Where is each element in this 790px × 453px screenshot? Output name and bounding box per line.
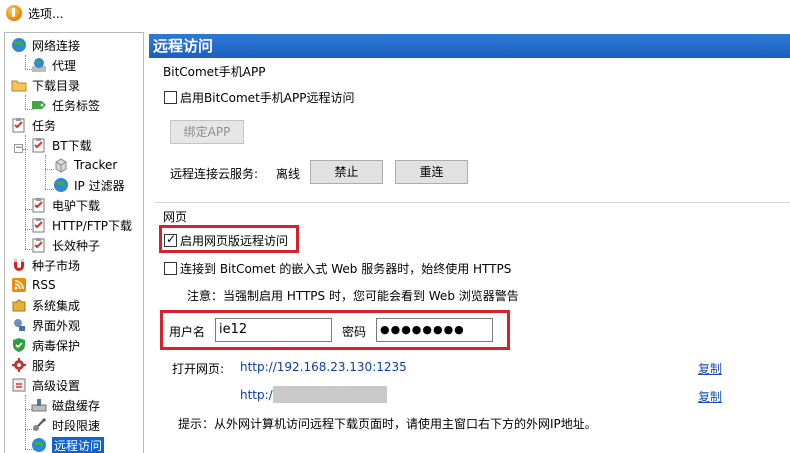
local-url-link[interactable]: http://192.168.23.130:1235: [240, 360, 407, 374]
sidebar-item-label: 高级设置: [32, 378, 81, 393]
sidebar-item-label: IP 过滤器: [74, 178, 125, 193]
sidebar-item-label: 病毒保护: [32, 338, 81, 353]
force-https-checkbox[interactable]: 连接到 BitComet 的嵌入式 Web 服务器时，始终使用 HTTPS: [164, 260, 511, 277]
copy-public-url-link[interactable]: 复制: [698, 388, 722, 405]
tracker-cube-icon: [55, 158, 67, 173]
sidebar-item-seed-market[interactable]: 种子市场: [11, 255, 80, 275]
username-label: 用户名: [169, 325, 206, 339]
advanced-settings-icon: [12, 378, 26, 392]
section-divider: [155, 202, 790, 203]
sidebar-item-advanced[interactable]: 高级设置: [11, 375, 80, 395]
sidebar-item-label: 下载目录: [32, 78, 81, 93]
http-clipboard-icon: [32, 218, 45, 233]
sidebar-item-label: 系统集成: [32, 298, 81, 313]
sidebar-item-appearance[interactable]: 界面外观: [11, 315, 80, 335]
sidebar-item-tasks[interactable]: 任务: [11, 115, 56, 135]
globe-network-icon: [12, 38, 26, 52]
public-ip-hint: 提示：从外网计算机访问远程下载页面时，请使用主窗口右下方的外网IP地址。: [178, 417, 597, 431]
checkbox-label: 启用BitComet手机APP远程访问: [180, 91, 355, 105]
redacted-ip-mask: [273, 386, 387, 403]
checkbox-label: 连接到 BitComet 的嵌入式 Web 服务器时，始终使用 HTTPS: [180, 262, 512, 276]
copy-local-url-link[interactable]: 复制: [698, 360, 722, 377]
sidebar-item-edonkey[interactable]: 电驴下载: [31, 195, 100, 215]
sidebar-item-download-dir[interactable]: 下载目录: [11, 75, 80, 95]
bind-app-button[interactable]: 绑定APP: [170, 120, 244, 144]
sidebar-item-proxy[interactable]: 代理: [31, 55, 76, 75]
sidebar-item-label: 服务: [32, 358, 57, 373]
puzzle-icon: [12, 299, 26, 312]
longterm-seed-icon: [32, 238, 45, 253]
sidebar-item-label: 种子市场: [32, 258, 81, 273]
sidebar-item-label: 任务: [32, 118, 57, 133]
sidebar-item-label: 网络连接: [32, 38, 81, 53]
sidebar-item-label: 远程访问: [52, 436, 105, 453]
shield-icon: [13, 338, 25, 352]
sidebar-item-task-tags[interactable]: 任务标签: [31, 95, 100, 115]
rss-icon: [12, 278, 26, 292]
sidebar-item-disk-cache[interactable]: 磁盘缓存: [31, 395, 100, 415]
disable-button[interactable]: 禁止: [310, 160, 383, 184]
sidebar-item-label: 任务标签: [52, 98, 101, 113]
sidebar-item-system-integration[interactable]: 系统集成: [11, 295, 80, 315]
sidebar-item-label: RSS: [32, 278, 56, 292]
sidebar-item-label: 界面外观: [32, 318, 81, 333]
sidebar-item-label: HTTP/FTP下载: [52, 218, 133, 233]
remote-access-icon: [32, 438, 46, 452]
sidebar-item-label: 磁盘缓存: [52, 398, 101, 413]
sidebar-item-longterm-seed[interactable]: 长效种子: [31, 235, 100, 255]
app-group-title: BitComet手机APP: [163, 65, 266, 79]
service-gear-icon: [12, 358, 26, 372]
username-input[interactable]: ie12: [215, 318, 332, 342]
sidebar-item-label: 代理: [52, 58, 77, 73]
sidebar-item-label: 长效种子: [52, 238, 101, 253]
task-clipboard-icon: [12, 118, 25, 133]
checkbox-box[interactable]: [164, 91, 177, 104]
sidebar-item-schedule[interactable]: 时段限速: [31, 415, 100, 435]
web-group-title: 网页: [163, 210, 188, 224]
password-input[interactable]: ●●●●●●●●: [376, 318, 493, 342]
https-note: 注意：当强制启用 HTTPS 时，您可能会看到 Web 浏览器警告: [187, 289, 519, 303]
sidebar-item-http-ftp[interactable]: HTTP/FTP下载: [31, 215, 132, 235]
tag-icon: [32, 101, 46, 109]
proxy-globe-icon: [32, 58, 46, 72]
sidebar-item-service[interactable]: 服务: [11, 355, 56, 375]
cloud-service-status: 离线: [276, 167, 301, 181]
sidebar-item-ip-filter[interactable]: IP 过滤器: [53, 175, 125, 195]
bitcomet-app-icon: [6, 5, 22, 21]
highlight-enable-web: [159, 225, 299, 253]
schedule-icon: [33, 418, 46, 431]
sidebar-item-remote-access[interactable]: 远程访问: [31, 435, 105, 453]
title-bar: 选项...: [0, 0, 790, 26]
sidebar-item-network[interactable]: 网络连接: [11, 35, 80, 55]
remote-access-panel: 远程访问 BitComet手机APP 启用BitComet手机APP远程访问 绑…: [147, 32, 790, 453]
enable-app-remote-checkbox[interactable]: 启用BitComet手机APP远程访问: [164, 89, 354, 106]
open-webpage-label: 打开网页:: [172, 362, 225, 376]
options-tree[interactable]: − 网络连接 代理 下载目录 任务标签 任务 BT下载 Tracker IP 过…: [4, 32, 144, 453]
sidebar-item-label: 电驴下载: [52, 198, 101, 213]
public-url-link[interactable]: http://: [240, 388, 277, 402]
password-label: 密码: [342, 325, 367, 339]
checkbox-box[interactable]: [164, 262, 177, 275]
window-title: 选项...: [28, 6, 64, 21]
cloud-service-label: 远程连接云服务:: [170, 167, 259, 181]
ip-filter-globe-icon: [54, 178, 68, 192]
sidebar-item-bt-download[interactable]: BT下载: [31, 135, 92, 155]
sidebar-item-rss[interactable]: RSS: [11, 275, 56, 295]
disk-cache-icon: [31, 399, 47, 412]
sidebar-item-label: Tracker: [74, 158, 118, 172]
appearance-icon: [14, 319, 25, 331]
sidebar-item-virus-protection[interactable]: 病毒保护: [11, 335, 80, 355]
panel-title: 远程访问: [149, 34, 790, 58]
folder-icon: [11, 80, 27, 92]
reconnect-button[interactable]: 重连: [395, 160, 468, 184]
sidebar-item-label: BT下载: [52, 138, 92, 153]
sidebar-item-label: 时段限速: [52, 418, 101, 433]
magnet-icon: [14, 259, 24, 271]
bt-clipboard-icon: [32, 138, 45, 153]
bt-collapse-toggle[interactable]: −: [14, 144, 23, 153]
edonkey-clipboard-icon: [32, 198, 45, 213]
sidebar-item-tracker[interactable]: Tracker: [53, 155, 117, 175]
